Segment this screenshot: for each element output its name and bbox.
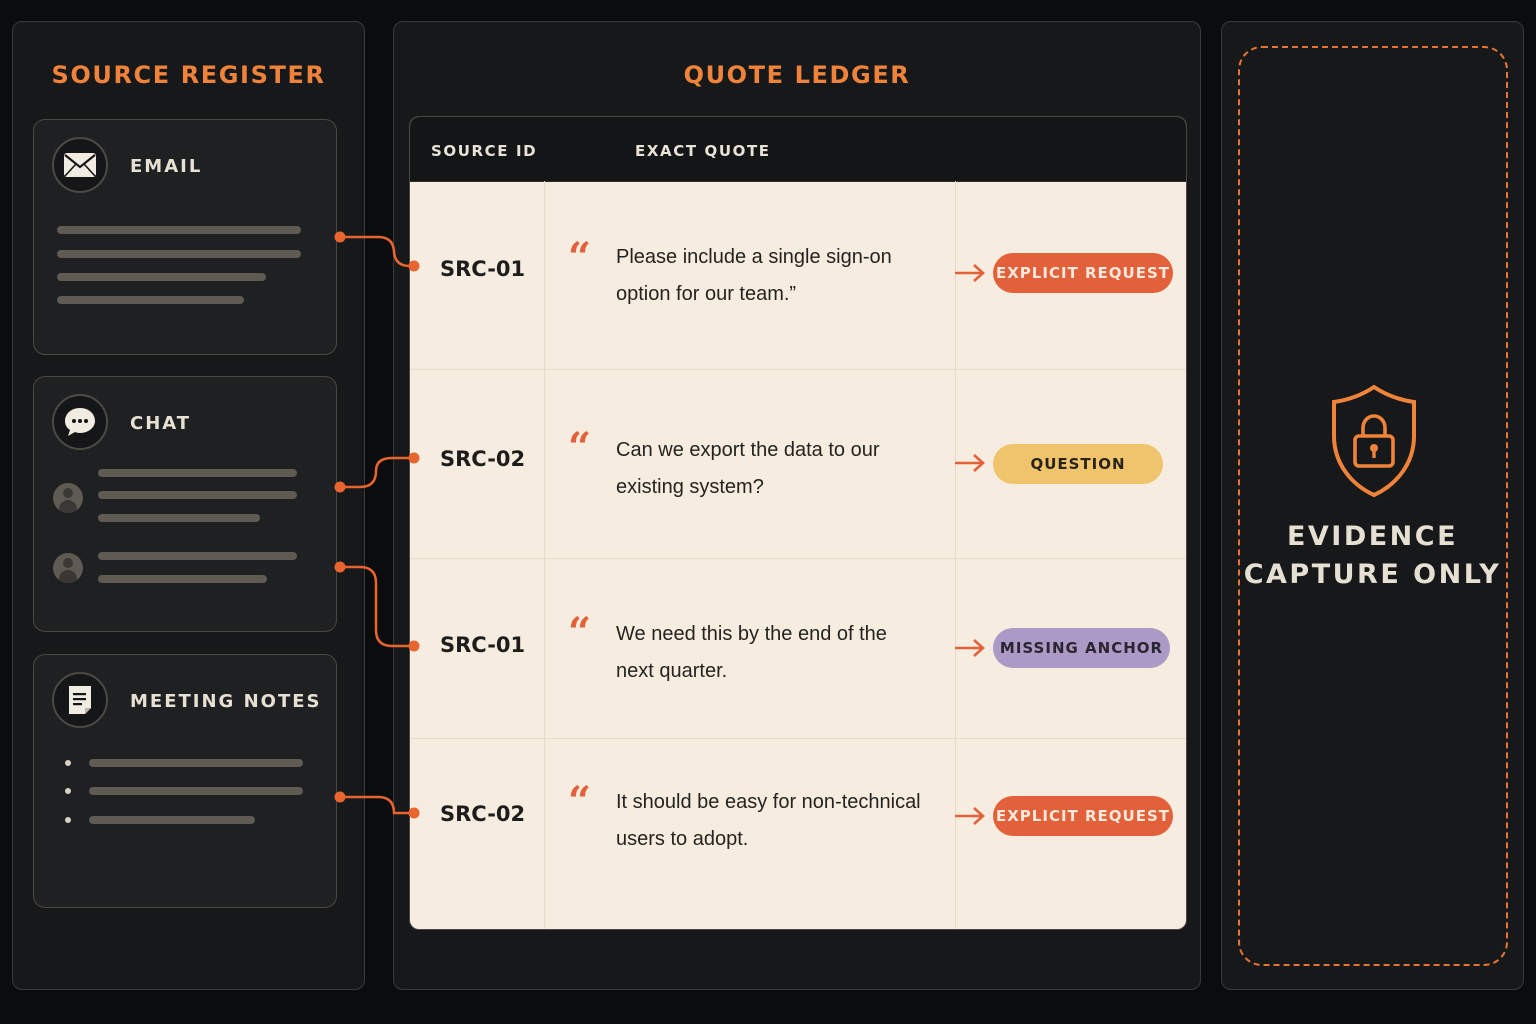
arrow-right-icon xyxy=(955,639,985,657)
quote-text-cell: Can we export the data to our existing s… xyxy=(616,439,880,498)
content-placeholder-line xyxy=(98,552,297,560)
source-card-chat[interactable]: CHAT xyxy=(33,376,337,632)
source-register-panel: SOURCE REGISTER EMAIL CHAT MEETING NOTES xyxy=(12,21,365,990)
dashed-capture-zone xyxy=(1238,46,1508,966)
table-row[interactable]: SRC-01 “ Please include a single sign-on… xyxy=(410,181,1186,369)
source-card-label: CHAT xyxy=(130,413,192,434)
chat-bubble-icon xyxy=(52,394,108,450)
quote-mark-icon: “ xyxy=(568,609,592,656)
content-placeholder-line xyxy=(98,575,267,583)
column-header-exact-quote[interactable]: EXACT QUOTE xyxy=(635,142,771,160)
bullet-point xyxy=(65,788,71,794)
source-register-title: SOURCE REGISTER xyxy=(51,61,326,89)
shield-lock-icon xyxy=(1332,384,1416,498)
arrow-right-icon xyxy=(955,454,985,472)
source-card-label: EMAIL xyxy=(130,156,203,177)
quote-text-cell: It should be easy for non-technical user… xyxy=(616,791,921,850)
quote-mark-icon: “ xyxy=(568,424,592,471)
quote-table: SOURCE ID EXACT QUOTE SRC-01 “ Please in… xyxy=(409,116,1187,930)
tag-badge-explicit-request[interactable]: EXPLICIT REQUEST xyxy=(993,253,1173,293)
content-placeholder-line xyxy=(57,250,301,258)
evidence-capture-label: EVIDENCE CAPTURE ONLY xyxy=(1222,518,1523,594)
evidence-capture-panel: EVIDENCE CAPTURE ONLY xyxy=(1221,21,1524,990)
content-placeholder-line xyxy=(57,273,266,281)
source-id-cell: SRC-01 xyxy=(440,257,526,281)
tag-badge-missing-anchor[interactable]: MISSING ANCHOR xyxy=(993,628,1170,668)
source-id-cell: SRC-02 xyxy=(440,802,526,826)
table-header: SOURCE ID EXACT QUOTE xyxy=(410,117,1186,182)
content-placeholder-line xyxy=(98,469,297,477)
quote-mark-icon: “ xyxy=(568,778,592,825)
content-placeholder-line xyxy=(89,787,303,795)
source-card-label: MEETING NOTES xyxy=(130,691,322,712)
quote-text-cell: Please include a single sign-on option f… xyxy=(616,246,892,305)
user-avatar-icon xyxy=(53,483,83,513)
arrow-right-icon xyxy=(955,807,985,825)
content-placeholder-line xyxy=(98,491,297,499)
bullet-point xyxy=(65,760,71,766)
source-card-meeting-notes[interactable]: MEETING NOTES xyxy=(33,654,337,908)
evidence-label-line-2: CAPTURE ONLY xyxy=(1243,559,1502,590)
content-placeholder-line xyxy=(89,816,255,824)
content-placeholder-line xyxy=(98,514,260,522)
user-avatar-icon xyxy=(53,553,83,583)
content-placeholder-line xyxy=(57,296,244,304)
evidence-label-line-1: EVIDENCE xyxy=(1286,521,1459,552)
quote-text-cell: We need this by the end of the next quar… xyxy=(616,623,887,682)
tag-badge-explicit-request[interactable]: EXPLICIT REQUEST xyxy=(993,796,1173,836)
table-row[interactable]: SRC-02 “ Can we export the data to our e… xyxy=(410,369,1186,558)
column-header-source-id[interactable]: SOURCE ID xyxy=(431,142,537,160)
envelope-icon xyxy=(52,137,108,193)
quote-ledger-title: QUOTE LEDGER xyxy=(683,61,911,89)
notes-icon xyxy=(52,672,108,728)
tag-badge-question[interactable]: QUESTION xyxy=(993,444,1163,484)
arrow-right-icon xyxy=(955,264,985,282)
content-placeholder-line xyxy=(89,759,303,767)
quote-mark-icon: “ xyxy=(568,234,592,281)
source-id-cell: SRC-02 xyxy=(440,447,526,471)
table-row[interactable]: SRC-01 “ We need this by the end of the … xyxy=(410,558,1186,738)
source-card-email[interactable]: EMAIL xyxy=(33,119,337,355)
content-placeholder-line xyxy=(57,226,301,234)
table-row[interactable]: SRC-02 “ It should be easy for non-techn… xyxy=(410,738,1186,929)
bullet-point xyxy=(65,817,71,823)
source-id-cell: SRC-01 xyxy=(440,633,526,657)
quote-ledger-panel: QUOTE LEDGER SOURCE ID EXACT QUOTE SRC-0… xyxy=(393,21,1201,990)
